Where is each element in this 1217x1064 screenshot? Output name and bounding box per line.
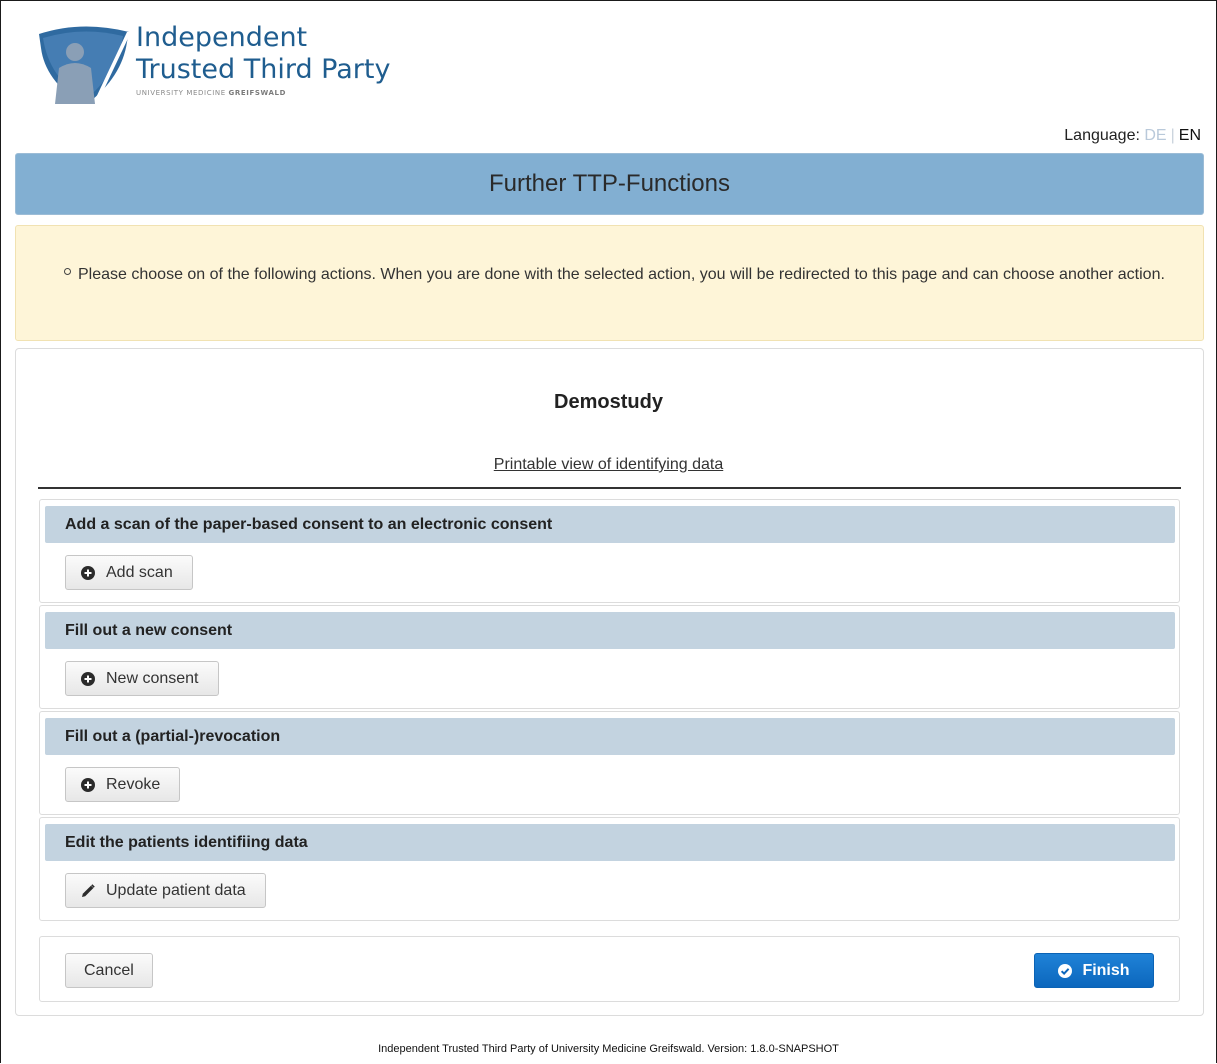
update-patient-data-button-label: Update patient data [106,881,246,899]
section-add-scan: Add a scan of the paper-based consent to… [39,499,1180,603]
page-title: Further TTP-Functions [15,153,1204,215]
logo-subtitle: UNIVERSITY MEDICINE GREIFSWALD [136,89,390,97]
plus-circle-icon [81,671,95,686]
section-edit-patient-data: Edit the patients identifiing data Updat… [39,817,1180,921]
logo-subtitle-a: UNIVERSITY MEDICINE [136,89,226,97]
logo-title-line1: Independent [136,22,308,53]
page-footer: Independent Trusted Third Party of Unive… [378,1043,839,1055]
finish-button-label: Finish [1082,961,1130,979]
section-new-consent: Fill out a new consent New consent [39,605,1180,709]
pencil-icon [82,883,95,897]
check-circle-icon [1058,963,1073,978]
divider [38,487,1181,489]
add-scan-button[interactable]: Add scan [65,555,193,590]
add-scan-button-label: Add scan [106,563,173,581]
printable-view-link[interactable]: Printable view of identifying data [494,456,723,473]
language-separator: | [1170,127,1175,144]
plus-circle-icon [81,777,95,792]
finish-button[interactable]: Finish [1034,953,1154,988]
printable-view-link-wrapper: Printable view of identifying data [0,456,1217,474]
section-revocation: Fill out a (partial-)revocation Revoke [39,711,1180,815]
section-heading: Fill out a new consent [45,612,1175,649]
revoke-button[interactable]: Revoke [65,767,181,802]
revoke-button-label: Revoke [106,775,161,793]
bullet-icon [64,268,71,275]
language-en-link[interactable]: EN [1179,127,1201,144]
update-patient-data-button[interactable]: Update patient data [65,873,266,908]
language-switcher: Language: DE | EN [1064,127,1201,145]
new-consent-button[interactable]: New consent [65,661,219,696]
new-consent-button-label: New consent [106,669,199,687]
logo-title-line2: Trusted Third Party [136,54,391,85]
study-name: Demostudy [554,391,663,413]
action-footer: Cancel Finish [39,936,1180,1002]
logo: Independent Trusted Third Party UNIVERSI… [37,22,417,117]
language-label: Language: [1064,127,1140,144]
logo-subtitle-b: GREIFSWALD [228,89,286,97]
section-heading: Edit the patients identifiing data [45,824,1175,861]
section-heading: Add a scan of the paper-based consent to… [45,506,1175,543]
section-heading: Fill out a (partial-)revocation [45,718,1175,755]
info-message: Please choose on of the following action… [78,266,1165,283]
shield-logo-icon [39,26,131,104]
language-de-link[interactable]: DE [1144,127,1166,144]
cancel-button[interactable]: Cancel [65,953,153,988]
info-message-box: Please choose on of the following action… [15,225,1204,341]
plus-circle-icon [81,565,95,580]
